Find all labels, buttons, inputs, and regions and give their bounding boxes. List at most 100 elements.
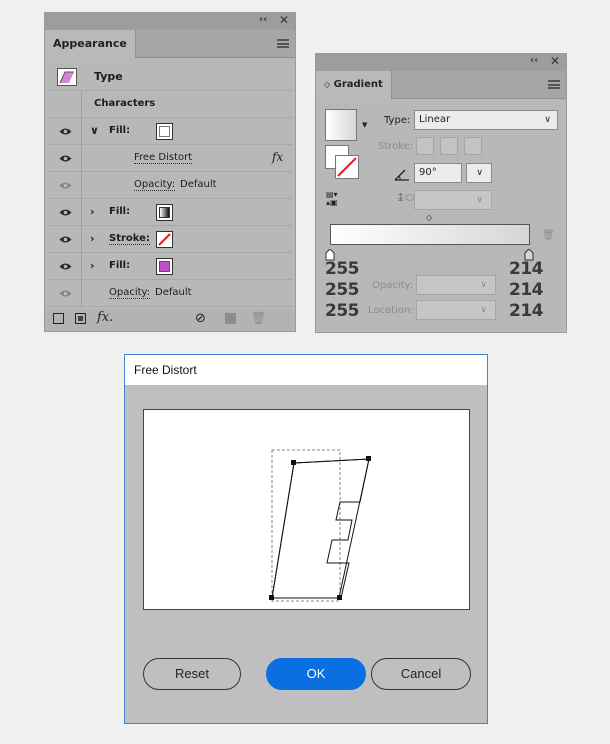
visibility-eye-icon[interactable] bbox=[59, 127, 72, 136]
left-blue-value: 255 bbox=[325, 301, 360, 321]
tab-toggle-icon[interactable]: ◇ bbox=[324, 80, 330, 89]
right-color-stop[interactable] bbox=[524, 246, 534, 261]
reset-button[interactable]: Reset bbox=[143, 658, 241, 690]
dialog-title: Free Distort bbox=[125, 355, 487, 385]
row-divider bbox=[81, 253, 82, 279]
clear-appearance-icon[interactable]: ⊘ bbox=[195, 311, 206, 326]
row-divider bbox=[81, 280, 82, 306]
original-bounds bbox=[271, 449, 341, 602]
stroke-across-icon[interactable] bbox=[464, 137, 482, 155]
opacity-value: Default bbox=[155, 287, 192, 298]
visibility-eye-icon[interactable] bbox=[59, 235, 72, 244]
opacity-label[interactable]: Opacity: bbox=[109, 287, 151, 299]
corner-handle-bottom-right[interactable] bbox=[337, 595, 342, 600]
chevron-down-icon[interactable]: ∨ bbox=[90, 124, 99, 137]
close-icon[interactable]: ✕ bbox=[550, 54, 560, 68]
tab-appearance[interactable]: Appearance bbox=[45, 30, 136, 58]
chevron-right-icon[interactable]: › bbox=[90, 259, 95, 272]
chevron-down-icon: ∨ bbox=[544, 115, 551, 125]
characters-row[interactable]: Characters bbox=[49, 91, 293, 118]
gradient-slider[interactable] bbox=[330, 224, 530, 245]
midpoint-diamond-icon[interactable]: ◇ bbox=[426, 213, 432, 222]
fill-label: Fill: bbox=[109, 206, 131, 217]
collapse-icon[interactable]: ‹‹ bbox=[530, 55, 538, 66]
distort-preview-canvas[interactable] bbox=[143, 409, 470, 610]
right-blue-value: 214 bbox=[509, 301, 544, 321]
angle-icon bbox=[394, 166, 410, 185]
fx-icon[interactable]: fx bbox=[272, 150, 283, 164]
location-field[interactable]: ∨ bbox=[416, 300, 496, 320]
fill-row-2[interactable]: › Fill: bbox=[49, 199, 293, 226]
chevron-right-icon[interactable]: › bbox=[90, 232, 95, 245]
add-effect-icon[interactable]: fx. bbox=[97, 310, 113, 325]
add-fill-icon[interactable] bbox=[75, 313, 86, 324]
stroke-label[interactable]: Stroke: bbox=[109, 233, 150, 245]
gradient-preview-swatch[interactable] bbox=[325, 109, 357, 141]
type-select[interactable]: Linear ∨ bbox=[414, 110, 558, 130]
close-icon[interactable]: ✕ bbox=[279, 13, 289, 27]
stroke-swatch-none[interactable] bbox=[156, 231, 173, 248]
visibility-eye-icon[interactable] bbox=[59, 262, 72, 271]
stroke-square-icon[interactable] bbox=[335, 155, 359, 179]
fill-stroke-toggle[interactable] bbox=[325, 145, 361, 181]
distorted-bounds bbox=[271, 458, 370, 599]
reverse-gradient-icon[interactable]: ▤▾ ▴▣ bbox=[326, 191, 338, 207]
fill-row-1[interactable]: ∨ Fill: bbox=[49, 118, 293, 145]
type-label: Type: bbox=[384, 115, 411, 126]
tab-gradient-label: Gradient bbox=[333, 79, 383, 90]
add-stroke-icon[interactable] bbox=[53, 313, 64, 324]
panel-menu-icon[interactable] bbox=[548, 80, 560, 89]
left-red-value: 255 bbox=[325, 259, 360, 279]
angle-field[interactable]: 90° bbox=[414, 163, 462, 183]
tab-bar: ◇ Gradient bbox=[316, 71, 566, 99]
tab-bar: Appearance bbox=[45, 30, 295, 58]
stroke-label: Stroke: bbox=[378, 141, 414, 152]
delete-stop-icon[interactable]: 🗑︎ bbox=[542, 230, 555, 241]
fill-opacity-row[interactable]: Opacity: Default bbox=[49, 172, 293, 199]
corner-handle-bottom-left[interactable] bbox=[269, 595, 274, 600]
corner-handle-top-left[interactable] bbox=[291, 460, 296, 465]
opacity-field[interactable]: ∨ bbox=[416, 275, 496, 295]
location-label: Location: bbox=[368, 305, 414, 316]
panel-menu-icon[interactable] bbox=[277, 39, 289, 48]
visibility-eye-icon[interactable] bbox=[59, 154, 72, 163]
collapse-icon[interactable]: ‹‹ bbox=[259, 14, 267, 25]
appearance-header-row: Type bbox=[49, 64, 293, 91]
duplicate-item-icon[interactable] bbox=[225, 313, 236, 324]
aspect-ratio-icon: ↨⬭ bbox=[396, 191, 415, 204]
opacity-label[interactable]: Opacity: bbox=[134, 179, 176, 191]
fill-swatch-white[interactable] bbox=[156, 123, 173, 140]
aspect-ratio-field[interactable]: ∨ bbox=[414, 190, 492, 210]
free-distort-row[interactable]: Free Distort fx bbox=[49, 145, 293, 172]
swatch-dropdown-icon[interactable]: ▼ bbox=[362, 121, 367, 129]
left-color-stop[interactable] bbox=[325, 246, 335, 261]
chevron-down-icon: ∨ bbox=[476, 168, 483, 178]
type-opacity-row[interactable]: Opacity: Default bbox=[49, 280, 293, 307]
fill-label: Fill: bbox=[109, 260, 131, 271]
visibility-eye-icon[interactable] bbox=[59, 208, 72, 217]
row-divider bbox=[81, 172, 82, 198]
right-green-value: 214 bbox=[509, 280, 544, 300]
free-distort-label[interactable]: Free Distort bbox=[134, 152, 193, 164]
opacity-label: Opacity: bbox=[372, 280, 414, 291]
appearance-panel: ‹‹ ✕ Appearance Type Characters ∨ Fill: … bbox=[44, 12, 296, 332]
stroke-along-icon[interactable] bbox=[440, 137, 458, 155]
stroke-within-icon[interactable] bbox=[416, 137, 434, 155]
corner-handle-top-right[interactable] bbox=[366, 456, 371, 461]
tab-gradient[interactable]: ◇ Gradient bbox=[316, 71, 392, 99]
fill-swatch-magenta[interactable] bbox=[156, 258, 173, 275]
cancel-button[interactable]: Cancel bbox=[371, 658, 471, 690]
angle-dropdown[interactable]: ∨ bbox=[466, 163, 492, 183]
chevron-right-icon[interactable]: › bbox=[90, 205, 95, 218]
visibility-eye-dim-icon[interactable] bbox=[59, 289, 72, 298]
stroke-row[interactable]: › Stroke: bbox=[49, 226, 293, 253]
chevron-down-icon: ∨ bbox=[480, 305, 487, 315]
chevron-down-icon: ∨ bbox=[480, 280, 487, 290]
visibility-eye-dim-icon[interactable] bbox=[59, 181, 72, 190]
fill-row-3[interactable]: › Fill: bbox=[49, 253, 293, 280]
ok-button[interactable]: OK bbox=[266, 658, 366, 690]
fill-swatch-gradient[interactable] bbox=[156, 204, 173, 221]
row-divider bbox=[81, 118, 82, 144]
delete-item-icon[interactable]: 🗑︎ bbox=[251, 311, 266, 325]
row-divider bbox=[81, 91, 82, 117]
